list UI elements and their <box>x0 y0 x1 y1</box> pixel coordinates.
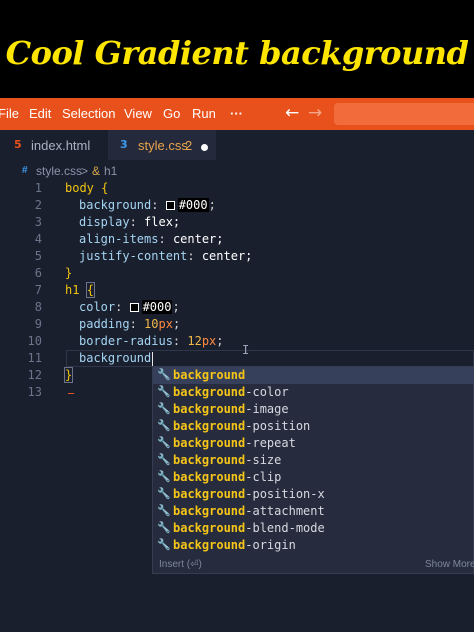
title-banner: Cool Gradient background <box>0 0 474 98</box>
back-arrow-icon[interactable]: ← <box>285 103 299 123</box>
line-number: 11 <box>27 351 42 365</box>
wrench-icon: 🔧 <box>157 368 171 381</box>
tab-label: index.html <box>31 138 91 153</box>
suggestion-item[interactable]: 🔧 background-attachment <box>153 503 474 520</box>
wrench-icon: 🔧 <box>157 538 171 551</box>
wrench-icon: 🔧 <box>157 436 171 449</box>
insert-hint: Insert (⏎) <box>159 559 202 570</box>
suggestion-item[interactable]: 🔧 background-image <box>153 401 474 418</box>
wrench-icon: 🔧 <box>157 504 171 517</box>
tab-label: style.css <box>138 138 188 153</box>
menu-view[interactable]: View <box>124 106 152 121</box>
breadcrumb-separator: > <box>81 164 89 178</box>
suggestion-item[interactable]: 🔧 background-size <box>153 452 474 469</box>
command-center-search[interactable] <box>334 103 474 125</box>
line-number: 5 <box>34 249 42 263</box>
suggestion-item[interactable]: 🔧 background-blend-mode <box>153 520 474 537</box>
forward-arrow-icon[interactable]: → <box>308 103 322 123</box>
code-line: } <box>65 266 73 280</box>
suggestion-footer: Insert (⏎) Show More <box>153 556 474 574</box>
wrench-icon: 🔧 <box>157 385 171 398</box>
line-number: 3 <box>34 215 42 229</box>
wrench-icon: 🔧 <box>157 402 171 415</box>
unsaved-dot-icon[interactable] <box>201 144 208 151</box>
code-line: border-radius: 12px; <box>79 334 224 348</box>
code-line: } <box>63 367 74 383</box>
code-line: padding: 10px; <box>79 317 181 331</box>
breadcrumb-file[interactable]: style.css <box>36 164 82 178</box>
editor-tabs: 5 index.html 3 style.css 2 <box>0 130 474 160</box>
menu-file[interactable]: File <box>0 106 19 121</box>
line-number: 2 <box>34 198 42 212</box>
suggestion-item[interactable]: 🔧 background-repeat <box>153 435 474 452</box>
code-line: justify-content: center; <box>79 249 253 263</box>
wrench-icon: 🔧 <box>157 487 171 500</box>
menu-bar: File Edit Selection View Go Run ··· ← → <box>0 98 474 130</box>
menu-selection[interactable]: Selection <box>62 106 115 121</box>
line-number: 12 <box>27 368 42 382</box>
menu-edit[interactable]: Edit <box>29 106 51 121</box>
line-number: 1 <box>34 181 42 195</box>
line-number: 4 <box>34 232 42 246</box>
selector-symbol-icon: & <box>92 164 101 178</box>
problem-count-badge: 2 <box>185 138 193 153</box>
indent-guide <box>68 393 74 394</box>
line-number: 9 <box>34 317 42 331</box>
code-line: display: flex; <box>79 215 181 229</box>
suggestion-widget: 🔧 background 🔧 background-color 🔧 backgroun… <box>152 366 474 574</box>
html5-icon: 5 <box>14 138 22 151</box>
code-line: h1 { <box>65 282 95 298</box>
tab-style-css[interactable]: 3 style.css 2 <box>108 130 216 160</box>
color-swatch-icon[interactable] <box>165 201 175 210</box>
css3-icon: 3 <box>120 138 128 151</box>
suggestion-item[interactable]: 🔧 background-position-x <box>153 486 474 503</box>
line-number: 7 <box>34 283 42 297</box>
suggestion-item[interactable]: 🔧 background-color <box>153 384 474 401</box>
video-title: Cool Gradient background <box>5 34 469 72</box>
code-line: body { <box>65 181 109 195</box>
css-file-icon: # <box>22 165 28 176</box>
tab-index-html[interactable]: 5 index.html <box>0 130 108 160</box>
show-more-link[interactable]: Show More <box>425 559 474 570</box>
wrench-icon: 🔧 <box>157 521 171 534</box>
code-line: align-items: center; <box>79 232 224 246</box>
suggestion-item[interactable]: 🔧 background-position <box>153 418 474 435</box>
suggestion-item[interactable]: 🔧 background <box>153 367 474 384</box>
suggestion-item[interactable]: 🔧 background-clip <box>153 469 474 486</box>
breadcrumb-symbol[interactable]: h1 <box>104 164 117 178</box>
text-cursor <box>152 352 153 366</box>
menu-more[interactable]: ··· <box>230 106 243 121</box>
code-line-current: background <box>79 351 152 365</box>
line-number: 10 <box>27 334 42 348</box>
wrench-icon: 🔧 <box>157 453 171 466</box>
code-line: background: #000; <box>79 198 216 212</box>
mouse-ibeam-icon: I <box>242 343 250 357</box>
suggestion-item[interactable]: 🔧 background-origin <box>153 537 474 554</box>
code-line: color: #000; <box>79 300 180 314</box>
color-swatch-icon[interactable] <box>129 303 139 312</box>
wrench-icon: 🔧 <box>157 419 171 432</box>
line-number: 8 <box>34 300 42 314</box>
menu-go[interactable]: Go <box>163 106 180 121</box>
menu-run[interactable]: Run <box>192 106 216 121</box>
code-editor[interactable]: # style.css > & h1 1 2 3 4 5 6 7 8 9 10 … <box>0 160 474 632</box>
wrench-icon: 🔧 <box>157 470 171 483</box>
line-number: 13 <box>27 385 42 399</box>
line-number: 6 <box>34 266 42 280</box>
